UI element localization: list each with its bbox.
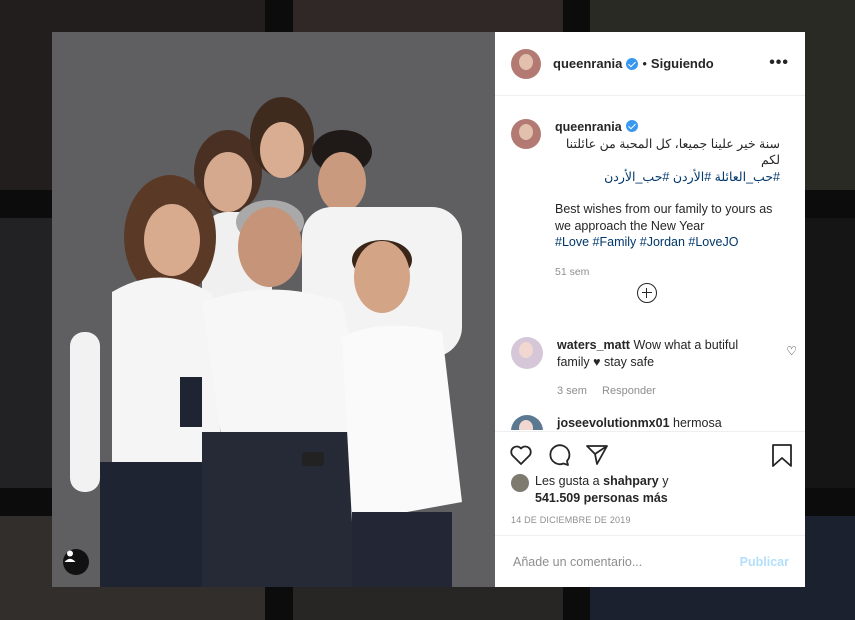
heart-icon[interactable] <box>509 444 533 466</box>
share-icon[interactable] <box>585 444 609 466</box>
post-date: 14 DE DICIEMBRE DE 2019 <box>511 515 631 525</box>
likes-conjunction: y <box>662 474 669 488</box>
comment-like-heart-icon[interactable]: ♡ <box>786 344 797 358</box>
post-header: queenrania • Siguiendo ••• <box>495 32 805 96</box>
avatar[interactable] <box>511 119 541 149</box>
post-photo <box>52 32 495 587</box>
caption-arabic-hashtags[interactable]: #حب_العائلة #الأردن #حب_الأردن <box>555 169 780 186</box>
likes-prefix: Les gusta a <box>535 474 600 488</box>
avatar[interactable] <box>511 415 543 430</box>
caption-english-text: Best wishes from our family to yours as … <box>555 202 773 233</box>
comment-item: joseevolutionmx01 hermosa <box>511 415 791 430</box>
caption-hashtags[interactable]: #Love #Family #Jordan #LoveJO <box>555 234 780 251</box>
comments-section[interactable]: queenrania سنة خير علينا جميعا، كل المحب… <box>495 97 805 430</box>
post-author-username[interactable]: queenrania <box>553 56 622 71</box>
comment-username[interactable]: waters_matt <box>557 338 630 352</box>
publish-button[interactable]: Publicar <box>740 555 789 569</box>
comment-time: 3 sem <box>557 385 587 397</box>
post-modal: queenrania • Siguiendo ••• queenrania سن… <box>52 32 805 587</box>
comment-text: hermosa <box>673 416 722 430</box>
likes-count[interactable]: 541.509 personas más <box>535 491 668 505</box>
caption-time: 51 sem <box>555 265 590 278</box>
comment-icon[interactable] <box>547 444 571 466</box>
separator-dot: • <box>642 56 647 71</box>
add-comment-bar: Publicar <box>495 535 805 587</box>
caption-arabic-text: سنة خير علينا جميعا، كل المحبة من عائلتن… <box>565 136 780 168</box>
liker-username[interactable]: shahpary <box>603 474 659 488</box>
avatar[interactable] <box>511 48 541 79</box>
caption-username[interactable]: queenrania <box>555 120 622 134</box>
user-tag-button[interactable] <box>63 549 89 575</box>
likes-summary: Les gusta a shahpary y 541.509 personas … <box>511 473 668 507</box>
reply-button[interactable]: Responder <box>602 385 656 397</box>
comment-input[interactable] <box>511 553 740 570</box>
post-caption: queenrania سنة خير علينا جميعا، كل المحب… <box>495 97 805 280</box>
comment-item: waters_matt Wow what a butiful family ♥ … <box>511 337 797 400</box>
verified-badge-icon <box>625 120 638 132</box>
avatar[interactable] <box>511 474 529 492</box>
load-more-comments-button[interactable] <box>637 283 657 303</box>
post-side-panel: queenrania • Siguiendo ••• queenrania سن… <box>495 32 805 587</box>
more-options-icon[interactable]: ••• <box>769 54 789 72</box>
user-tag-icon <box>64 550 76 562</box>
avatar[interactable] <box>511 337 543 369</box>
comment-username[interactable]: joseevolutionmx01 <box>557 416 670 430</box>
bookmark-icon[interactable] <box>771 444 793 468</box>
family-photo-illustration <box>52 32 495 587</box>
follow-status-button[interactable]: Siguiendo <box>651 56 714 71</box>
verified-badge-icon <box>626 57 639 70</box>
post-actions-bar <box>495 431 805 472</box>
